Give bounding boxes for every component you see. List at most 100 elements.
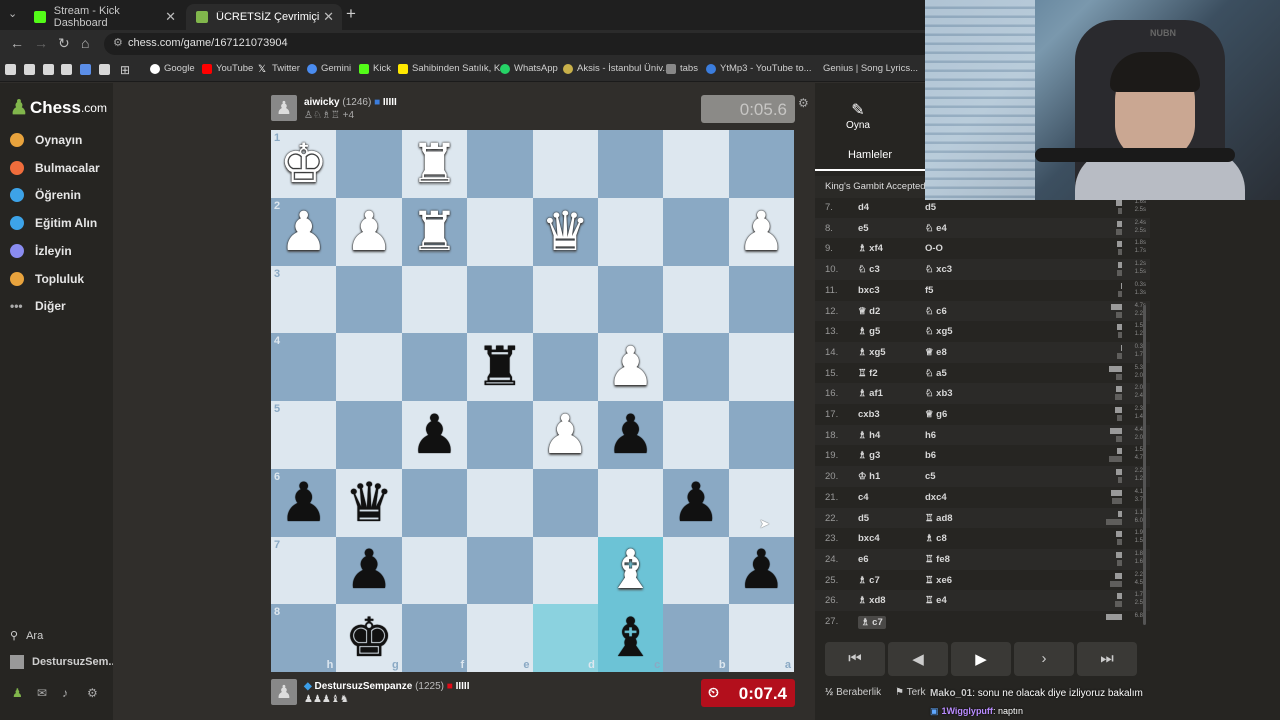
board-square[interactable]: [401, 536, 468, 605]
tab-list-dropdown-icon[interactable]: ⌄: [8, 7, 17, 20]
board-square[interactable]: ♛: [336, 468, 402, 537]
board-square[interactable]: 2 ♟: [271, 197, 337, 266]
previous-move-button[interactable]: ◀: [888, 642, 948, 676]
white-move[interactable]: ♔ h1: [858, 471, 880, 482]
board-square[interactable]: c ♝: [597, 604, 664, 672]
board-square[interactable]: [728, 401, 794, 469]
board-square[interactable]: ♟: [663, 468, 729, 537]
board-square[interactable]: [532, 333, 598, 401]
friends-icon[interactable]: ♟: [12, 686, 23, 700]
board-square[interactable]: ♜: [401, 130, 468, 198]
board-square[interactable]: [663, 401, 729, 469]
nav-coach[interactable]: Eğitim Alın: [10, 216, 97, 230]
board-square[interactable]: [597, 468, 664, 537]
top-player-name[interactable]: aiwicky (1246) ■ IIIII: [304, 97, 397, 108]
black-move[interactable]: ♘ c6: [925, 306, 947, 317]
board-square[interactable]: [532, 536, 598, 605]
black-move[interactable]: ♘ xb3: [925, 388, 953, 399]
next-move-button[interactable]: ›: [1014, 642, 1074, 676]
nav-play[interactable]: Oynayın: [10, 133, 82, 147]
nav-puzzles[interactable]: Bulmacalar: [10, 161, 100, 175]
white-move[interactable]: e6: [858, 554, 869, 565]
white-move[interactable]: ♗ c7: [858, 575, 880, 586]
move-list-scrollbar[interactable]: [1143, 305, 1146, 625]
board-square[interactable]: [663, 197, 729, 266]
board-square[interactable]: [467, 536, 533, 605]
white-move[interactable]: c4: [858, 492, 869, 503]
black-move[interactable]: ♘ a5: [925, 368, 947, 379]
bookmark-icon[interactable]: [61, 64, 72, 75]
opening-name[interactable]: King's Gambit Accepted: F: [815, 176, 925, 198]
board-square[interactable]: [597, 265, 664, 334]
board-square[interactable]: [728, 333, 794, 401]
board-square[interactable]: [467, 468, 533, 537]
board-square[interactable]: 5: [271, 401, 337, 469]
board-square[interactable]: [663, 130, 729, 198]
avatar[interactable]: ♟: [271, 95, 297, 121]
white-move[interactable]: d4: [858, 202, 869, 213]
black-move[interactable]: c5: [925, 471, 936, 482]
black-move[interactable]: ♘ xg5: [925, 326, 953, 337]
reload-icon[interactable]: ↻: [58, 35, 70, 52]
apps-grid-icon[interactable]: ⊞: [120, 63, 130, 77]
board-square[interactable]: [467, 401, 533, 469]
black-pawn-icon[interactable]: ♟: [672, 476, 720, 530]
board-square[interactable]: ♟: [401, 401, 468, 469]
bookmark-google[interactable]: Google: [150, 63, 195, 74]
home-icon[interactable]: ⌂: [81, 35, 89, 51]
board-square[interactable]: ♟: [597, 333, 664, 401]
bookmark-icon[interactable]: [5, 64, 16, 75]
board-square[interactable]: [663, 265, 729, 334]
board-square[interactable]: ♟: [336, 536, 402, 605]
board-square[interactable]: ♛: [532, 197, 598, 266]
black-move[interactable]: dxc4: [925, 492, 947, 503]
white-move[interactable]: ♗ h4: [858, 430, 880, 441]
board-square[interactable]: f: [401, 604, 468, 672]
black-pawn-icon[interactable]: ♟: [737, 543, 785, 597]
white-pawn-icon[interactable]: ♟: [345, 205, 393, 259]
board-square[interactable]: ♟: [728, 197, 794, 266]
bell-icon[interactable]: ♪: [62, 686, 68, 700]
close-tab-icon[interactable]: ✕: [323, 9, 334, 25]
black-move[interactable]: d5: [925, 202, 936, 213]
board-square[interactable]: ♟: [532, 401, 598, 469]
forward-arrow-icon[interactable]: →: [34, 35, 48, 51]
resign-button[interactable]: ⚑ Terk: [895, 687, 925, 698]
back-arrow-icon[interactable]: ←: [10, 35, 24, 51]
bookmark-icon[interactable]: [43, 64, 54, 75]
black-move[interactable]: ♖ xe6: [925, 575, 952, 586]
board-square[interactable]: [663, 536, 729, 605]
bookmark-whatsapp[interactable]: WhatsApp: [500, 63, 558, 74]
bookmark-tabs[interactable]: tabs: [666, 63, 698, 74]
bookmark-youtube[interactable]: YouTube: [202, 63, 253, 74]
white-pawn-icon[interactable]: ♟: [737, 205, 785, 259]
board-square[interactable]: [401, 265, 468, 334]
black-move[interactable]: ♕ e8: [925, 347, 947, 358]
draw-button[interactable]: ½ Beraberlik: [825, 687, 881, 698]
board-square[interactable]: 4: [271, 333, 337, 401]
board-square[interactable]: [663, 333, 729, 401]
black-move[interactable]: ♖ fe8: [925, 554, 950, 565]
black-pawn-icon[interactable]: ♟: [410, 408, 458, 462]
black-move[interactable]: h6: [925, 430, 936, 441]
board-square[interactable]: [336, 333, 402, 401]
board-square[interactable]: [401, 468, 468, 537]
board-square[interactable]: ♟: [597, 401, 664, 469]
board-square[interactable]: e: [467, 604, 533, 672]
board-square[interactable]: [467, 130, 533, 198]
white-move[interactable]: ♗ xf4: [858, 243, 883, 254]
white-move[interactable]: d5: [858, 513, 869, 524]
bookmark-kick[interactable]: Kick: [359, 63, 391, 74]
move-list[interactable]: 7. d4 d5 1.6s 2.5s 8. e5 ♘ e4 2.4s 2.5s 9. ♗ xf4 O-O…: [815, 197, 1150, 632]
board-square[interactable]: g ♚: [336, 604, 402, 672]
board-square[interactable]: [336, 265, 402, 334]
white-move[interactable]: bxc3: [858, 285, 880, 296]
board-square[interactable]: 7: [271, 536, 337, 605]
nav-watch[interactable]: İzleyin: [10, 244, 72, 258]
white-rook-icon[interactable]: ♜: [410, 205, 458, 259]
board-square[interactable]: [467, 265, 533, 334]
white-pawn-icon[interactable]: ♟: [606, 340, 654, 394]
chess-logo[interactable]: ♟ Chess .com: [10, 95, 107, 120]
white-move[interactable]: ♗ g5: [858, 326, 880, 337]
black-move[interactable]: ♖ e4: [925, 595, 947, 606]
